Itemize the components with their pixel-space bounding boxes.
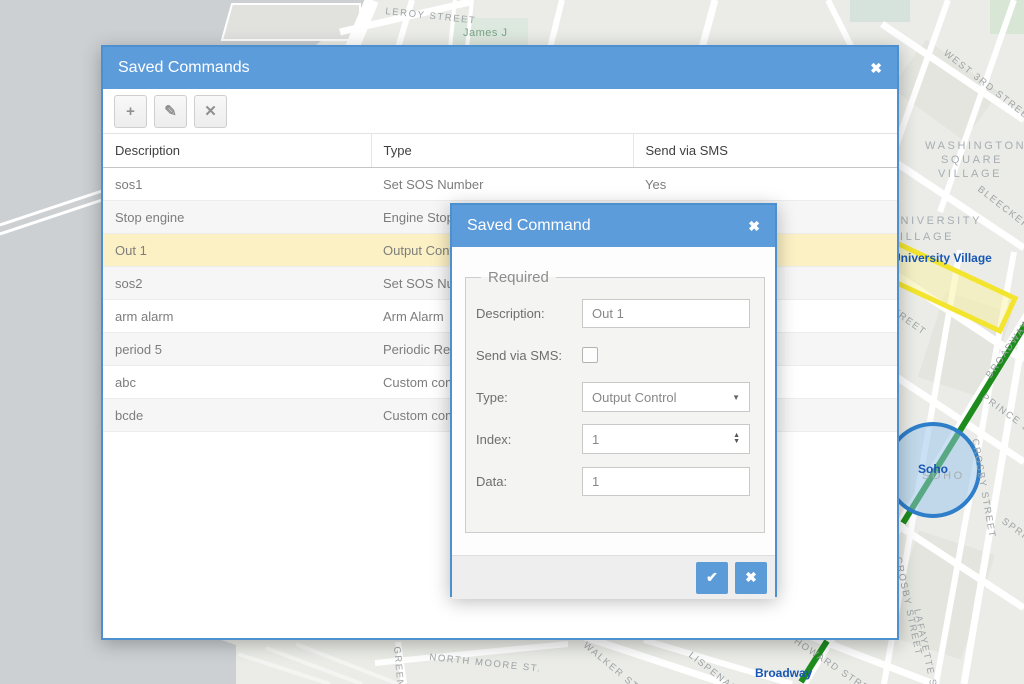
spin-down-icon[interactable]: ▼ (733, 439, 740, 445)
column-header-sms[interactable]: Send via SMS (633, 134, 897, 168)
sms-row: Send via SMS: (476, 340, 750, 370)
commands-toolbar: + ✎ ✕ (103, 89, 897, 133)
chevron-down-icon: ▼ (732, 393, 740, 402)
cell-description: sos2 (103, 267, 371, 300)
fieldset-legend: Required (481, 269, 556, 286)
stepper-arrows[interactable]: ▲ ▼ (733, 433, 740, 445)
type-row: Type: Output Control ▼ (476, 382, 750, 412)
confirm-button[interactable]: ✔ (696, 562, 728, 594)
sms-label: Send via SMS: (476, 348, 582, 363)
x-icon: ✕ (204, 102, 217, 120)
data-row: Data: (476, 466, 750, 496)
close-icon[interactable]: ✖ (748, 219, 760, 233)
type-label: Type: (476, 390, 582, 405)
cell-description: bcde (103, 399, 371, 432)
description-label: Description: (476, 306, 582, 321)
delete-command-button[interactable]: ✕ (194, 95, 227, 128)
dialog-title: Saved Commands (118, 59, 870, 77)
add-command-button[interactable]: + (114, 95, 147, 128)
cell-description: period 5 (103, 333, 371, 366)
check-icon: ✔ (706, 569, 718, 586)
description-input[interactable] (582, 299, 750, 328)
cell-description: Out 1 (103, 234, 371, 267)
pencil-icon: ✎ (164, 102, 177, 120)
edit-command-button[interactable]: ✎ (154, 95, 187, 128)
cancel-button[interactable]: ✖ (735, 562, 767, 594)
cell-description: arm alarm (103, 300, 371, 333)
close-icon[interactable]: ✖ (870, 61, 882, 75)
form-dialog-title: Saved Command (467, 217, 748, 235)
index-stepper[interactable]: 1 ▲ ▼ (582, 424, 750, 454)
x-icon: ✖ (745, 569, 757, 586)
required-fieldset: Required Description: Send via SMS: Type… (465, 269, 765, 533)
cell-description: Stop engine (103, 201, 371, 234)
description-row: Description: (476, 298, 750, 328)
index-value: 1 (592, 432, 733, 447)
form-body: Required Description: Send via SMS: Type… (452, 247, 775, 555)
table-row[interactable]: sos1Set SOS NumberYes (103, 168, 897, 201)
cell-sms: Yes (633, 168, 897, 201)
cell-type: Set SOS Number (371, 168, 633, 201)
geofence-soho-circle[interactable] (887, 424, 979, 516)
app-stage: LEROY STREETJames JWEST 3RD STREETWASHIN… (0, 0, 1024, 684)
sms-checkbox[interactable] (582, 347, 598, 363)
data-input[interactable] (582, 467, 750, 496)
cell-description: sos1 (103, 168, 371, 201)
index-label: Index: (476, 432, 582, 447)
column-header-type[interactable]: Type (371, 134, 633, 168)
type-select-value: Output Control (592, 390, 732, 405)
saved-commands-header[interactable]: Saved Commands ✖ (103, 47, 897, 89)
cell-description: abc (103, 366, 371, 399)
type-select[interactable]: Output Control ▼ (582, 382, 750, 412)
plus-icon: + (126, 103, 135, 120)
form-dialog-header[interactable]: Saved Command ✖ (452, 205, 775, 247)
data-label: Data: (476, 474, 582, 489)
saved-command-form-dialog: Saved Command ✖ Required Description: Se… (450, 203, 777, 597)
index-row: Index: 1 ▲ ▼ (476, 424, 750, 454)
column-header-description[interactable]: Description (103, 134, 371, 168)
form-footer: ✔ ✖ (452, 555, 775, 599)
